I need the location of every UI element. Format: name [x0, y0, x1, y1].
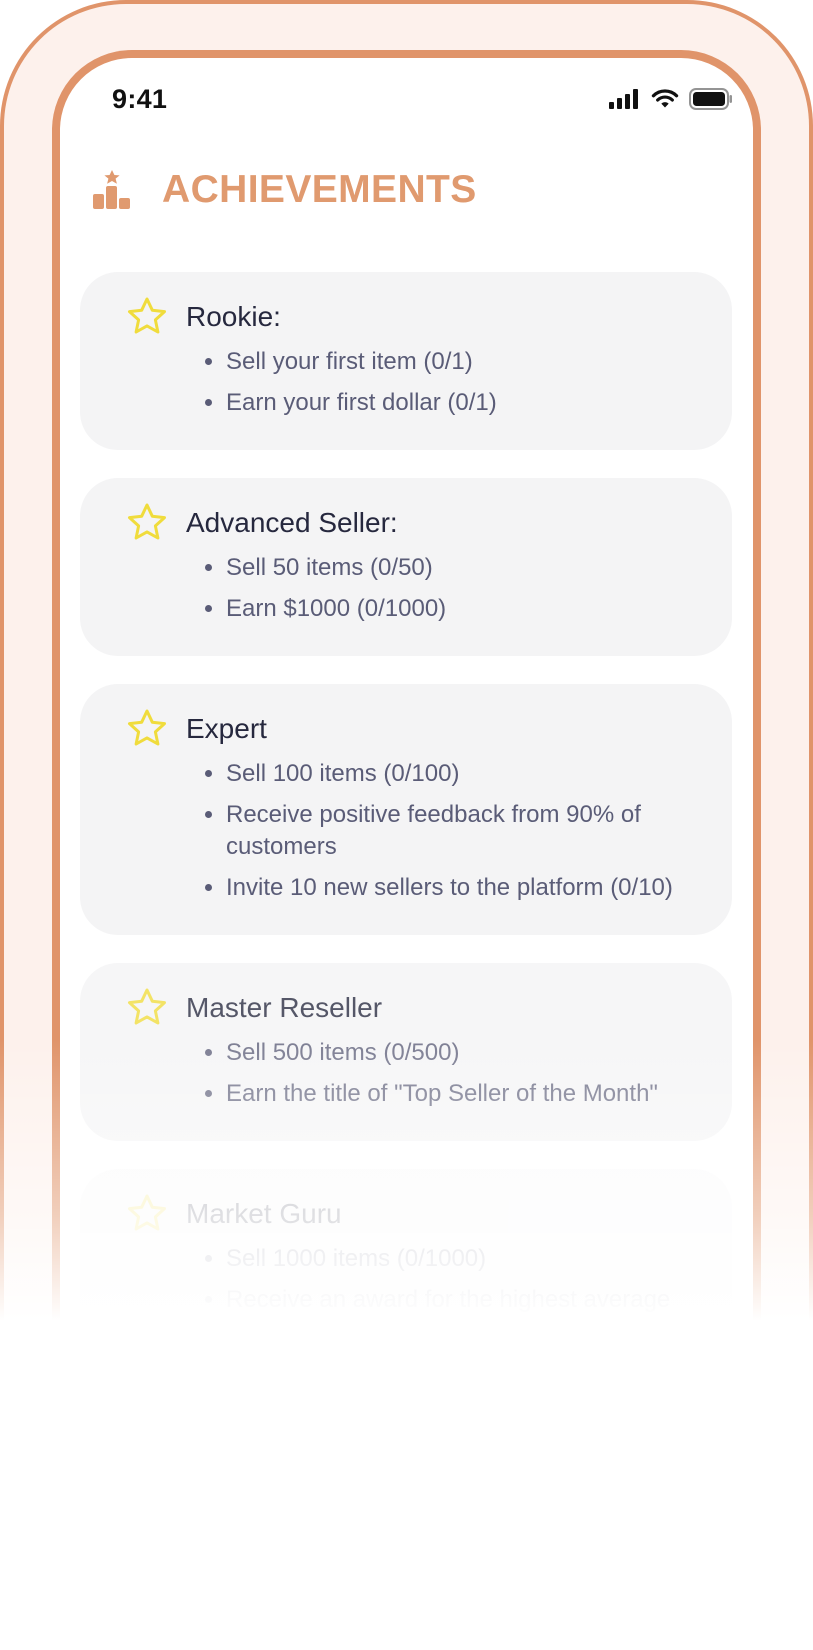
achievement-title: Master Reseller	[186, 992, 383, 1023]
status-icons	[609, 88, 733, 115]
battery-icon	[689, 88, 733, 115]
achievement-task: Earn $1000 (0/1000)	[226, 593, 692, 625]
star-icon	[128, 709, 166, 746]
achievement-task: Receive an award for the highest average…	[226, 1284, 692, 1348]
achievement-task: Earn the title of "Top Seller of the Mon…	[226, 1078, 692, 1110]
status-time: 9:41	[112, 84, 168, 114]
achievement-title: Advanced Seller:	[186, 507, 398, 538]
achievement-task-list: Sell your first item (0/1) Earn your fir…	[186, 346, 692, 419]
star-icon	[128, 1194, 166, 1231]
achievement-task: Sell 100 items (0/100)	[226, 758, 692, 790]
achievement-card-advanced-seller[interactable]: Advanced Seller: Sell 50 items (0/50) Ea…	[80, 478, 732, 656]
achievement-task-list: Sell 50 items (0/50) Earn $1000 (0/1000)	[186, 552, 692, 625]
achievement-task: Invite 10 new sellers to the platform (0…	[226, 872, 692, 904]
achievement-task: Sell 500 items (0/500)	[226, 1037, 692, 1069]
star-icon	[128, 503, 166, 540]
page-header: ACHIEVEMENTS	[90, 160, 477, 220]
trophy-podium-icon	[93, 170, 130, 209]
achievement-card-market-guru[interactable]: Market Guru Sell 1000 items (0/1000) Rec…	[80, 1169, 732, 1379]
page-title: ACHIEVEMENTS	[162, 168, 477, 211]
achievement-task: Sell your first item (0/1)	[226, 346, 692, 378]
star-icon	[128, 297, 166, 334]
achievement-task-list: Sell 1000 items (0/1000) Receive an awar…	[186, 1243, 692, 1348]
star-icon	[128, 988, 166, 1025]
wifi-icon	[651, 88, 679, 115]
achievement-card-expert[interactable]: Expert Sell 100 items (0/100) Receive po…	[80, 684, 732, 935]
achievement-card-master-reseller[interactable]: Master Reseller Sell 500 items (0/500) E…	[80, 963, 732, 1141]
achievement-title: Rookie:	[186, 301, 281, 332]
achievement-title: Expert	[186, 713, 267, 744]
achievement-task: Sell 50 items (0/50)	[226, 552, 692, 584]
achievement-task-list: Sell 100 items (0/100) Receive positive …	[186, 758, 692, 904]
status-bar: 9:41	[60, 58, 753, 148]
achievement-task: Sell 1000 items (0/1000)	[226, 1243, 692, 1275]
phone-screen: 9:41 ACHIEVEMENTS Rookie: • Sell your fi…	[52, 50, 761, 1420]
achievement-title: Market Guru	[186, 1198, 342, 1229]
achievement-task-list: Sell 500 items (0/500) Earn the title of…	[186, 1037, 692, 1110]
achievement-card-rookie[interactable]: Rookie: Sell your first item (0/1) Earn …	[80, 272, 732, 450]
achievement-task: Receive positive feedback from 90% of cu…	[226, 799, 692, 863]
signal-icon	[609, 89, 641, 114]
achievements-list: Rookie: Sell your first item (0/1) Earn …	[80, 272, 732, 1407]
achievement-task: Earn your first dollar (0/1)	[226, 387, 692, 419]
